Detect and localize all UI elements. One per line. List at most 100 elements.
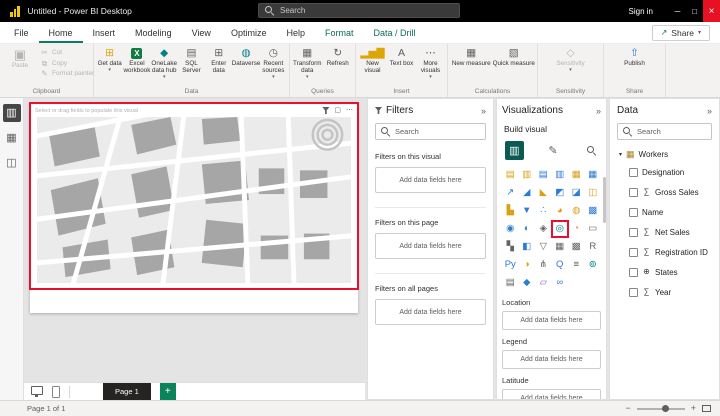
new-measure-button[interactable]: ▦ New measure <box>450 47 493 87</box>
global-search-input[interactable]: Search <box>258 3 460 18</box>
clustered-bar-chart[interactable]: ▤ <box>535 167 552 183</box>
zoom-slider-thumb[interactable] <box>662 405 669 412</box>
field-checkbox[interactable] <box>629 288 638 297</box>
report-canvas[interactable]: Select or drag fields to populate this v… <box>24 98 365 400</box>
tab-home[interactable]: Home <box>39 22 83 43</box>
map-content[interactable] <box>37 117 351 283</box>
100-stacked-column-chart[interactable]: ▦ <box>585 167 602 183</box>
filter-icon[interactable] <box>322 107 329 114</box>
card[interactable]: ▭ <box>585 221 602 237</box>
add-data-fields-dropzone[interactable]: Add data fields here <box>502 311 601 330</box>
funnel-chart[interactable]: ▼ <box>519 203 536 219</box>
tab-view[interactable]: View <box>182 22 221 43</box>
build-visual-tab[interactable]: ▥ <box>505 141 524 160</box>
more-visuals-button[interactable]: ⋯ More visuals ▾ <box>416 47 445 87</box>
python-visual[interactable]: Py <box>502 257 519 273</box>
tab-insert[interactable]: Insert <box>83 22 126 43</box>
line-and-clustered-column-chart[interactable]: ◪ <box>568 185 585 201</box>
metrics[interactable]: ⊚ <box>585 257 602 273</box>
tree-expander-icon[interactable]: ▾ <box>619 151 622 158</box>
add-data-fields-dropzone[interactable]: Add data fields here <box>375 167 486 193</box>
text-box-button[interactable]: A Text box <box>387 47 416 87</box>
multi-row-card[interactable]: ▚ <box>502 239 519 255</box>
collapse-pane-icon[interactable]: » <box>707 106 712 116</box>
tab-file[interactable]: File <box>4 22 39 43</box>
new-visual-button[interactable]: ▂▅▇ New visual <box>358 47 387 87</box>
share-button[interactable]: ↗ Share ▾ <box>652 25 710 41</box>
refresh-button[interactable]: ↻ Refresh <box>323 47 354 87</box>
add-data-fields-dropzone[interactable]: Add data fields here <box>375 299 486 325</box>
clustered-column-chart[interactable]: ▥ <box>552 167 569 183</box>
tab-optimize[interactable]: Optimize <box>221 22 277 43</box>
focus-mode-icon[interactable]: ▢ <box>334 107 341 114</box>
new-page-button[interactable]: + <box>160 383 176 400</box>
field-states[interactable]: ⊕ States <box>617 262 712 282</box>
zoom-out-button[interactable]: − <box>625 404 630 413</box>
copy-button[interactable]: ⧉ Copy <box>40 60 94 68</box>
arcgis-map[interactable]: ◆ <box>519 275 536 291</box>
100-stacked-bar-chart[interactable]: ▦ <box>568 167 585 183</box>
cut-button[interactable]: ✂ Cut <box>40 49 94 57</box>
field-checkbox[interactable] <box>629 168 638 177</box>
power-automate[interactable]: ∞ <box>552 275 569 291</box>
field-net-sales[interactable]: ∑ Net Sales <box>617 222 712 242</box>
stacked-bar-chart[interactable]: ▤ <box>502 167 519 183</box>
report-view-button[interactable]: ▥ <box>3 104 21 122</box>
get-data-button[interactable]: ⊞ Get data ▾ <box>96 47 123 87</box>
filters-search-input[interactable]: Search <box>375 123 486 140</box>
r-script-visual[interactable]: R <box>585 239 602 255</box>
excel-workbook-button[interactable]: X Excel workbook <box>123 47 150 87</box>
table-workers[interactable]: ▾ ▦ Workers <box>617 150 712 159</box>
analytics-tab[interactable] <box>582 141 601 160</box>
gauge[interactable]: ◔ <box>568 221 585 237</box>
more-options-icon[interactable]: ⋯ <box>346 107 353 114</box>
add-data-fields-dropzone[interactable]: Add data fields here <box>502 350 601 369</box>
stacked-column-chart[interactable]: ▥ <box>519 167 536 183</box>
collapse-pane-icon[interactable]: » <box>481 106 486 116</box>
field-checkbox[interactable] <box>629 228 638 237</box>
stacked-area-chart[interactable]: ◣ <box>535 185 552 201</box>
add-data-fields-dropzone[interactable]: Add data fields here <box>375 233 486 259</box>
sql-server-button[interactable]: ▤ SQL Server <box>178 47 205 87</box>
publish-button[interactable]: ⇧ Publish <box>606 47 663 87</box>
quick-measure-button[interactable]: ▧ Quick measure <box>493 47 536 87</box>
table-view-button[interactable]: ▦ <box>3 129 21 147</box>
enter-data-button[interactable]: ⊞ Enter data <box>205 47 232 87</box>
field-checkbox[interactable] <box>629 268 638 277</box>
filled-map[interactable]: ◐ <box>519 221 536 237</box>
onelake-data-hub-button[interactable]: ◆ OneLake data hub ▾ <box>151 47 178 87</box>
power-apps[interactable]: ▱ <box>535 275 552 291</box>
azure-map[interactable]: ◎ <box>552 221 569 237</box>
matrix[interactable]: ▩ <box>568 239 585 255</box>
key-influencers[interactable]: ◑ <box>519 257 536 273</box>
model-view-button[interactable]: ◫ <box>3 154 21 172</box>
shape-map[interactable]: ◈ <box>535 221 552 237</box>
tab-data-drill[interactable]: Data / Drill <box>363 22 425 43</box>
field-checkbox[interactable] <box>629 208 638 217</box>
close-button[interactable]: × <box>703 0 720 22</box>
zoom-slider[interactable] <box>637 408 685 410</box>
data-search-input[interactable]: Search <box>617 123 712 140</box>
table[interactable]: ▦ <box>552 239 569 255</box>
transform-data-button[interactable]: ▦ Transform data ▾ <box>292 47 323 87</box>
fit-to-page-button[interactable] <box>702 405 711 412</box>
maximize-button[interactable]: □ <box>686 0 703 22</box>
tab-modeling[interactable]: Modeling <box>125 22 182 43</box>
treemap[interactable]: ▩ <box>585 203 602 219</box>
gallery-scrollbar[interactable] <box>603 177 606 223</box>
smart-narrative[interactable]: ≡ <box>568 257 585 273</box>
line-chart[interactable]: ↗ <box>502 185 519 201</box>
format-visual-tab[interactable]: ✎ <box>544 141 563 160</box>
minimize-button[interactable]: ─ <box>669 0 686 22</box>
field-gross-sales[interactable]: ∑ Gross Sales <box>617 182 712 202</box>
mobile-layout-icon[interactable] <box>52 386 60 398</box>
field-registration-id[interactable]: ∑ Registration ID <box>617 242 712 262</box>
decomposition-tree[interactable]: ⋔ <box>535 257 552 273</box>
tab-help[interactable]: Help <box>276 22 315 43</box>
field-name[interactable]: Name <box>617 202 712 222</box>
paste-button[interactable]: ▣ Paste <box>6 47 34 87</box>
sensitivity-button[interactable]: ◇ Sensitivity ▾ <box>540 47 601 87</box>
collapse-pane-icon[interactable]: » <box>596 106 601 116</box>
desktop-layout-icon[interactable] <box>31 386 43 395</box>
paginated-report[interactable]: ▤ <box>502 275 519 291</box>
